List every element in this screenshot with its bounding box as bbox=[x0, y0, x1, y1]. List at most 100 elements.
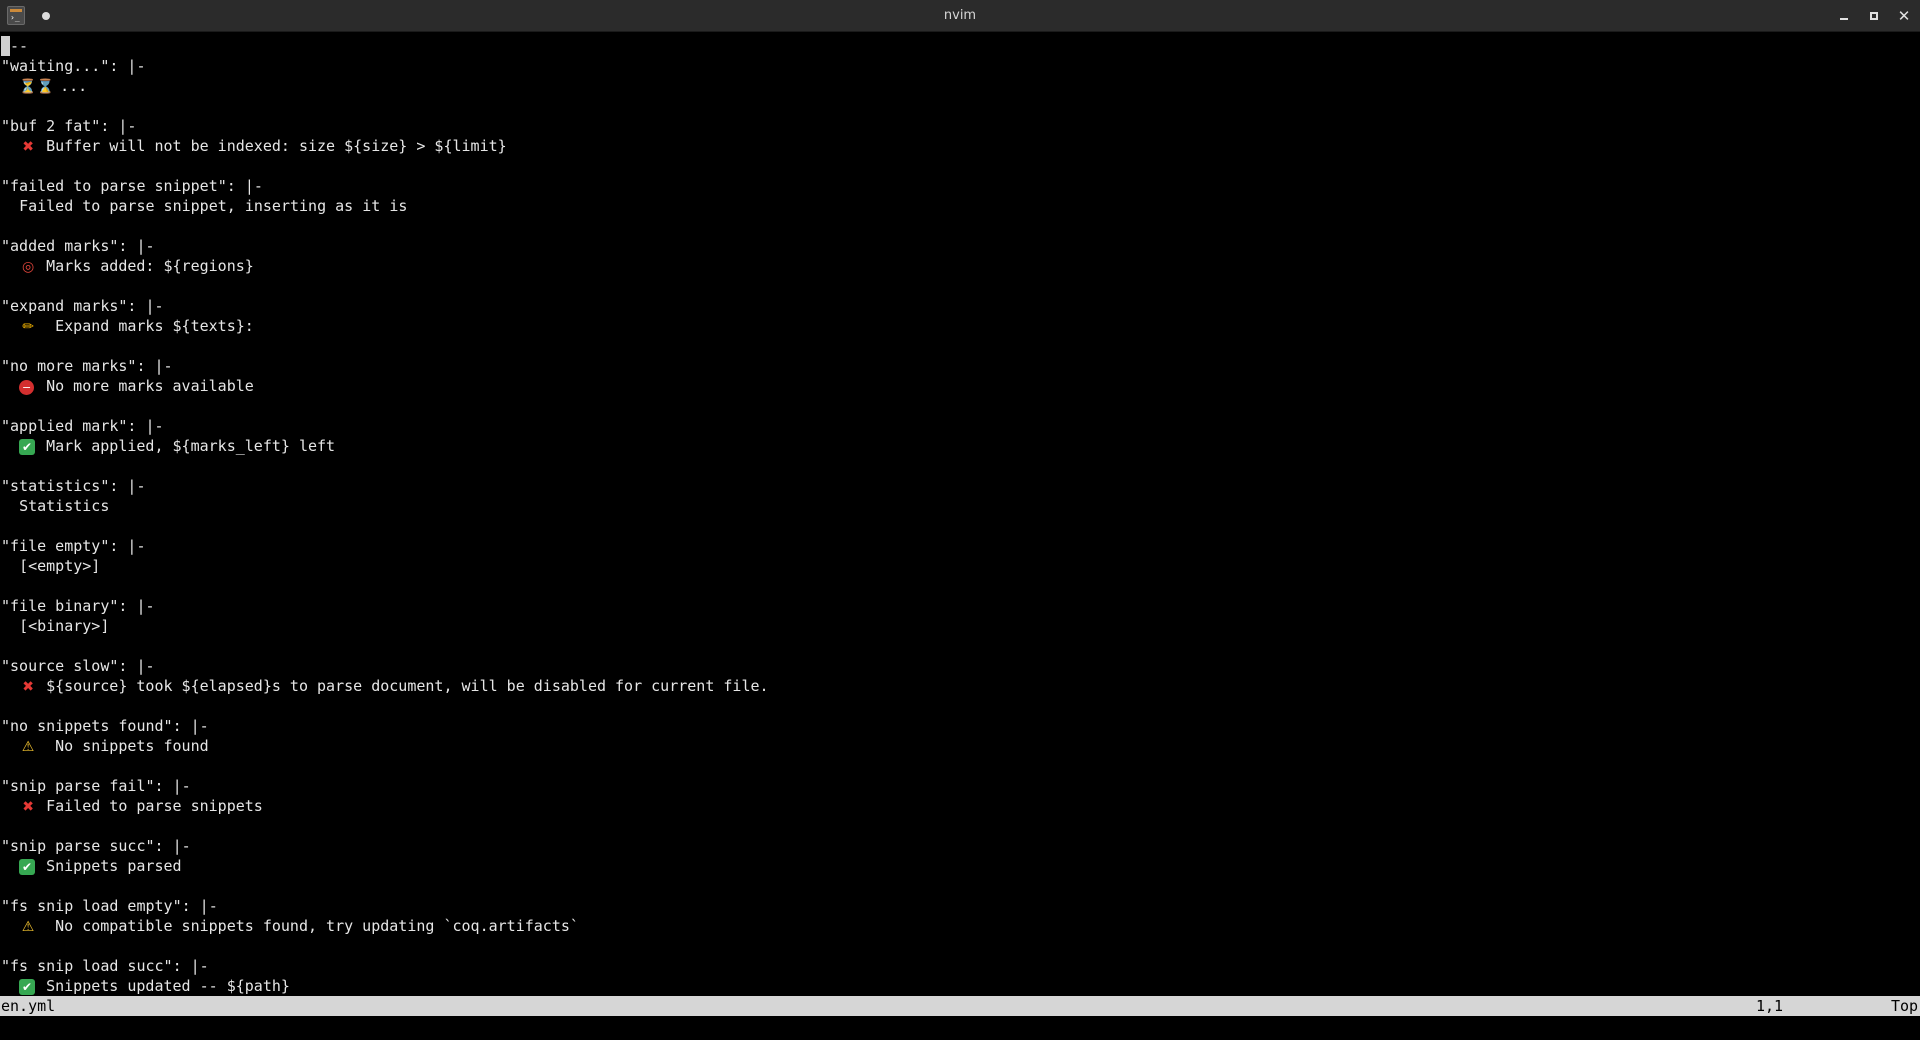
blank-line[interactable] bbox=[0, 456, 1920, 476]
blank-line[interactable] bbox=[0, 696, 1920, 716]
yaml-value-line[interactable]: Failed to parse snippet, inserting as it… bbox=[0, 196, 1920, 216]
yaml-key-line[interactable]: "fs snip load succ": |- bbox=[0, 956, 1920, 976]
blank-line[interactable] bbox=[0, 396, 1920, 416]
maximize-icon bbox=[1870, 12, 1878, 20]
blank-line[interactable] bbox=[0, 96, 1920, 116]
yaml-value-line[interactable]: ✔ Mark applied, ${marks_left} left bbox=[0, 436, 1920, 456]
yaml-key-line[interactable]: "applied mark": |- bbox=[0, 416, 1920, 436]
yaml-value-line[interactable]: ✔ Snippets parsed bbox=[0, 856, 1920, 876]
yaml-key-line[interactable]: "waiting...": |- bbox=[0, 56, 1920, 76]
yaml-value-line[interactable]: ✔ Snippets updated -- ${path} bbox=[0, 976, 1920, 996]
warning-icon: ⚠ bbox=[21, 919, 35, 935]
app-icon-bar bbox=[10, 9, 22, 12]
statusline: en.yml 1,1 Top bbox=[0, 996, 1920, 1016]
yaml-value-line[interactable]: ⚠ No compatible snippets found, try upda… bbox=[0, 916, 1920, 936]
command-line[interactable] bbox=[0, 1016, 1920, 1040]
yaml-key: "no snippets found": |- bbox=[1, 717, 209, 735]
yaml-key: "file empty": |- bbox=[1, 537, 146, 555]
yaml-key-line[interactable]: "failed to parse snippet": |- bbox=[0, 176, 1920, 196]
yaml-key: "expand marks": |- bbox=[1, 297, 164, 315]
yaml-key-line[interactable]: "file binary": |- bbox=[0, 596, 1920, 616]
yaml-key: "waiting...": |- bbox=[1, 57, 146, 75]
yaml-key: "failed to parse snippet": |- bbox=[1, 177, 263, 195]
yaml-value: Marks added: ${regions} bbox=[37, 257, 254, 275]
no-entry-icon: − bbox=[19, 380, 35, 395]
blank-line[interactable] bbox=[0, 216, 1920, 236]
status-scroll-position: Top bbox=[1891, 997, 1919, 1015]
blank-line[interactable] bbox=[0, 876, 1920, 896]
hourglass-icon: ⏳⌛ bbox=[19, 79, 54, 95]
status-filename: en.yml bbox=[1, 997, 56, 1015]
minimize-button[interactable] bbox=[1834, 6, 1854, 26]
yaml-value-line[interactable]: Statistics bbox=[0, 496, 1920, 516]
blank-line[interactable] bbox=[0, 816, 1920, 836]
close-icon: ✕ bbox=[1897, 7, 1911, 25]
yaml-value: Snippets updated -- ${path} bbox=[37, 977, 290, 995]
yaml-key-line[interactable]: "snip parse succ": |- bbox=[0, 836, 1920, 856]
blank-line[interactable] bbox=[0, 756, 1920, 776]
yaml-value: Failed to parse snippet, inserting as it… bbox=[19, 197, 408, 215]
yaml-value: No snippets found bbox=[37, 737, 209, 755]
minimize-icon bbox=[1840, 18, 1848, 20]
yaml-value: Buffer will not be indexed: size ${size}… bbox=[37, 137, 507, 155]
yaml-value: Statistics bbox=[19, 497, 110, 515]
yaml-key: "file binary": |- bbox=[1, 597, 155, 615]
buffer-line-1[interactable]: -- bbox=[0, 36, 1920, 56]
terminal-app-icon[interactable]: ›_ bbox=[7, 6, 25, 25]
close-button[interactable]: ✕ bbox=[1894, 6, 1914, 26]
yaml-key: "fs snip load succ": |- bbox=[1, 957, 209, 975]
yaml-value-line[interactable]: − No more marks available bbox=[0, 376, 1920, 396]
yaml-value-line[interactable]: ⚠ No snippets found bbox=[0, 736, 1920, 756]
blank-line[interactable] bbox=[0, 576, 1920, 596]
blank-line[interactable] bbox=[0, 156, 1920, 176]
yaml-key-line[interactable]: "buf 2 fat": |- bbox=[0, 116, 1920, 136]
modified-dot-icon bbox=[42, 12, 50, 20]
blank-line[interactable] bbox=[0, 636, 1920, 656]
warning-icon: ⚠ bbox=[21, 739, 35, 755]
blank-line[interactable] bbox=[0, 516, 1920, 536]
check-mark-icon: ✔ bbox=[19, 979, 36, 995]
yaml-key: "applied mark": |- bbox=[1, 417, 164, 435]
maximize-button[interactable] bbox=[1864, 6, 1884, 26]
cross-mark-icon: ✖ bbox=[22, 139, 34, 155]
blank-line[interactable] bbox=[0, 936, 1920, 956]
yaml-key: "fs snip load empty": |- bbox=[1, 897, 218, 915]
yaml-value: Snippets parsed bbox=[37, 857, 182, 875]
cross-mark-icon: ✖ bbox=[22, 679, 34, 695]
yaml-key-line[interactable]: "source slow": |- bbox=[0, 656, 1920, 676]
yaml-key-line[interactable]: "expand marks": |- bbox=[0, 296, 1920, 316]
yaml-key: "buf 2 fat": |- bbox=[1, 117, 137, 135]
yaml-key-line[interactable]: "no snippets found": |- bbox=[0, 716, 1920, 736]
yaml-value: [<empty>] bbox=[19, 557, 101, 575]
yaml-key-line[interactable]: "no more marks": |- bbox=[0, 356, 1920, 376]
yaml-key: "snip parse fail": |- bbox=[1, 777, 191, 795]
yaml-value-line[interactable]: ✖ Failed to parse snippets bbox=[0, 796, 1920, 816]
yaml-key-line[interactable]: "added marks": |- bbox=[0, 236, 1920, 256]
yaml-value-line[interactable]: [<empty>] bbox=[0, 556, 1920, 576]
editor-buffer[interactable]: -- "waiting...": |- ⏳⌛ ... "buf 2 fat": |… bbox=[0, 36, 1920, 996]
yaml-key-line[interactable]: "file empty": |- bbox=[0, 536, 1920, 556]
blank-line[interactable] bbox=[0, 276, 1920, 296]
yaml-value-line[interactable]: ✖ Buffer will not be indexed: size ${siz… bbox=[0, 136, 1920, 156]
cross-mark-icon: ✖ bbox=[22, 799, 34, 815]
target-icon: ◎ bbox=[21, 259, 35, 275]
yaml-value-line[interactable]: ✏ Expand marks ${texts}: bbox=[0, 316, 1920, 336]
check-mark-icon: ✔ bbox=[19, 859, 36, 875]
yaml-value-line[interactable]: ✖ ${source} took ${elapsed}s to parse do… bbox=[0, 676, 1920, 696]
yaml-value-line[interactable]: ◎ Marks added: ${regions} bbox=[0, 256, 1920, 276]
yaml-value: Failed to parse snippets bbox=[37, 797, 263, 815]
yaml-key-line[interactable]: "fs snip load empty": |- bbox=[0, 896, 1920, 916]
yaml-key-line[interactable]: "snip parse fail": |- bbox=[0, 776, 1920, 796]
pencil-icon: ✏ bbox=[22, 319, 34, 335]
yaml-key: "snip parse succ": |- bbox=[1, 837, 191, 855]
yaml-value: ${source} took ${elapsed}s to parse docu… bbox=[37, 677, 769, 695]
first-line-rest: -- bbox=[10, 37, 29, 55]
yaml-value: Expand marks ${texts}: bbox=[37, 317, 254, 335]
yaml-key: "source slow": |- bbox=[1, 657, 155, 675]
blank-line[interactable] bbox=[0, 336, 1920, 356]
buffer-entries: "waiting...": |- ⏳⌛ ... "buf 2 fat": |- ✖… bbox=[0, 56, 1920, 996]
yaml-key-line[interactable]: "statistics": |- bbox=[0, 476, 1920, 496]
text-cursor bbox=[1, 36, 10, 56]
yaml-value-line[interactable]: ⏳⌛ ... bbox=[0, 76, 1920, 96]
yaml-value-line[interactable]: [<binary>] bbox=[0, 616, 1920, 636]
